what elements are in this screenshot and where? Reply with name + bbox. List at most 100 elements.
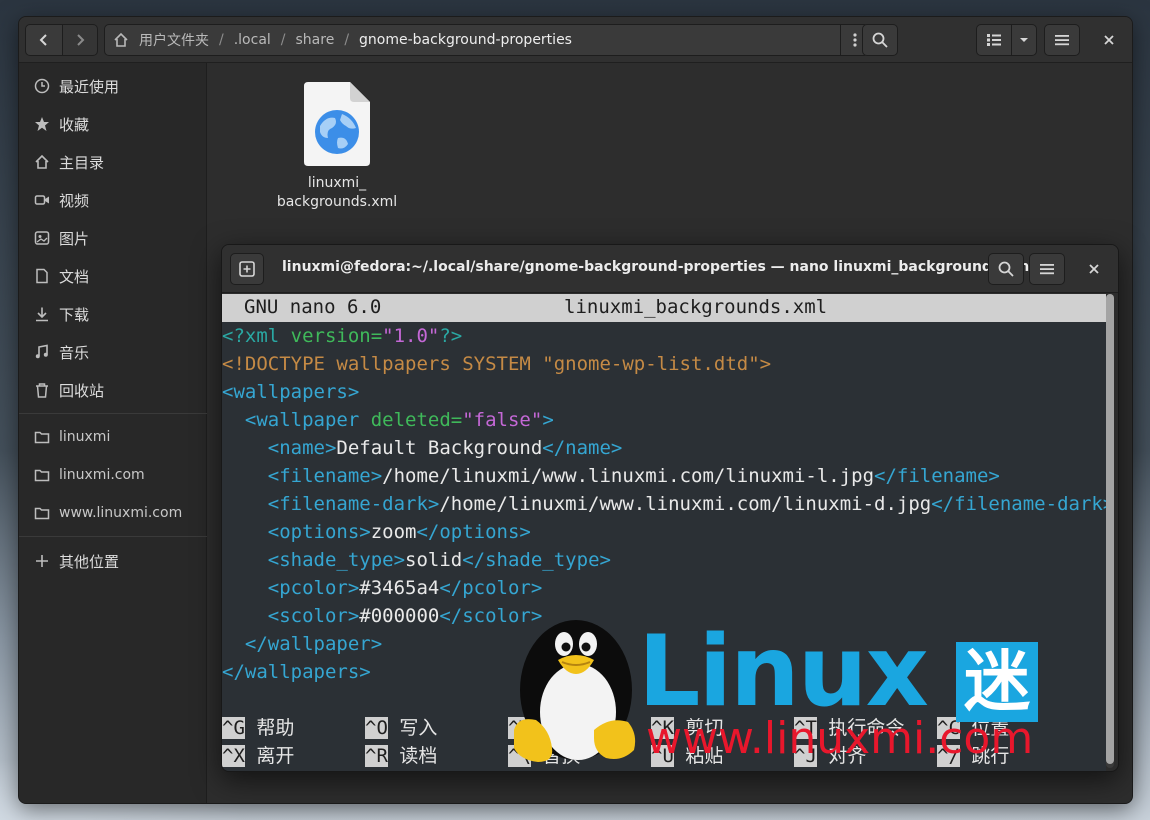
shortcut-read: ^R 读档 xyxy=(365,742,437,770)
xml-text: /home/linuxmi/www.linuxmi.com/linuxmi-l.… xyxy=(382,465,875,487)
file-name-line: backgrounds.xml xyxy=(276,194,398,210)
sidebar-item-label: 文档 xyxy=(59,267,90,286)
nano-filename: linuxmi_backgrounds.xml xyxy=(564,296,828,318)
xml-tag: </shade_type> xyxy=(462,549,611,571)
close-icon xyxy=(1104,35,1114,45)
xml-tag: <filename> xyxy=(222,465,383,487)
xml-text: #000000 xyxy=(359,605,440,627)
search-button[interactable] xyxy=(862,24,898,56)
breadcrumb-current[interactable]: gnome-background-properties xyxy=(353,32,578,48)
breadcrumb-home[interactable]: 用户文件夹 xyxy=(133,30,215,50)
trash-icon xyxy=(33,381,51,399)
xml-tag: </options> xyxy=(416,521,531,543)
code-line: <scolor>#000000</scolor> xyxy=(222,602,543,630)
chevron-down-icon xyxy=(1020,38,1028,42)
plus-icon xyxy=(33,552,51,570)
xml-value: "1.0" xyxy=(382,325,440,347)
download-icon xyxy=(33,305,51,323)
code-line: <!DOCTYPE wallpapers SYSTEM "gnome-wp-li… xyxy=(222,353,772,375)
list-view-icon xyxy=(987,34,1001,46)
kebab-menu-icon xyxy=(852,33,857,47)
chevron-right-icon xyxy=(77,34,85,46)
star-icon xyxy=(33,115,51,133)
xml-tag: <scolor> xyxy=(222,605,360,627)
new-tab-button[interactable] xyxy=(230,253,264,285)
xml-tag: </pcolor> xyxy=(439,577,543,599)
terminal-search-button[interactable] xyxy=(988,253,1024,285)
nano-title-bar: GNU nano 6.0 linuxmi_backgrounds.xml xyxy=(222,294,1106,322)
shortcut-label: 帮助 xyxy=(244,717,295,739)
xml-declaration: <?xml xyxy=(222,325,291,347)
folder-icon xyxy=(33,428,51,446)
xml-tag: </filename-dark> xyxy=(931,493,1115,515)
xml-tag: </filename> xyxy=(874,465,1000,487)
sidebar-item-starred[interactable]: 收藏 xyxy=(19,106,207,142)
watermark-brand-text: Linux xyxy=(638,615,929,729)
terminal-menu-button[interactable] xyxy=(1029,253,1065,285)
sidebar-item-label: linuxmi xyxy=(59,429,111,445)
sidebar-item-bookmark-linuxmi-com[interactable]: linuxmi.com xyxy=(19,457,207,493)
view-options-button[interactable] xyxy=(1011,24,1037,56)
code-line: <options>zoom</options> xyxy=(222,518,531,546)
shortcut-help: ^G 帮助 xyxy=(222,714,294,742)
code-line: <pcolor>#3465a4</pcolor> xyxy=(222,574,543,602)
sidebar-item-recent[interactable]: 最近使用 xyxy=(19,68,207,104)
home-icon xyxy=(33,153,51,171)
shortcut-write: ^O 写入 xyxy=(365,714,437,742)
shortcut-key: ^O xyxy=(365,717,388,739)
terminal-close-button[interactable] xyxy=(1078,253,1110,285)
back-button[interactable] xyxy=(25,24,63,56)
shortcut-exit: ^X 离开 xyxy=(222,742,294,770)
sidebar-item-label: linuxmi.com xyxy=(59,467,145,483)
xml-tag: > xyxy=(542,409,554,431)
sidebar-item-music[interactable]: 音乐 xyxy=(19,334,207,370)
sidebar-item-label: 其他位置 xyxy=(59,552,120,571)
shortcut-label: 写入 xyxy=(387,717,438,739)
xml-attribute: version= xyxy=(290,325,383,347)
xml-tag: <filename-dark> xyxy=(222,493,440,515)
sidebar-item-other-locations[interactable]: 其他位置 xyxy=(19,543,207,579)
sidebar-item-downloads[interactable]: 下载 xyxy=(19,296,207,332)
watermark-url: www.linuxmi.com xyxy=(646,713,1034,764)
breadcrumb-separator: / xyxy=(344,32,350,48)
view-list-button[interactable] xyxy=(976,24,1012,56)
home-icon xyxy=(114,32,128,47)
scrollbar-thumb[interactable] xyxy=(1106,294,1114,764)
sidebar-item-trash[interactable]: 回收站 xyxy=(19,372,207,408)
web-document-icon[interactable] xyxy=(304,82,370,166)
shortcut-key: ^X xyxy=(222,745,245,767)
xml-value: "false" xyxy=(462,409,543,431)
forward-button[interactable] xyxy=(62,24,98,56)
xml-tag: <shade_type> xyxy=(222,549,406,571)
path-bar: 用户文件夹 / .local / share / gnome-backgroun… xyxy=(104,24,869,56)
shortcut-key: ^G xyxy=(222,717,245,739)
close-button[interactable] xyxy=(1093,24,1125,56)
breadcrumb-local[interactable]: .local xyxy=(228,32,277,48)
folder-icon xyxy=(33,504,51,522)
sidebar-item-bookmark-www-linuxmi-com[interactable]: www.linuxmi.com xyxy=(19,495,207,531)
sidebar-item-documents[interactable]: 文档 xyxy=(19,258,207,294)
sidebar-item-videos[interactable]: 视频 xyxy=(19,182,207,218)
sidebar-item-bookmark-linuxmi[interactable]: linuxmi xyxy=(19,419,207,455)
watermark-brand-cn: 迷 xyxy=(956,642,1038,722)
terminal-title: linuxmi@fedora:~/.local/share/gnome-back… xyxy=(282,259,1035,275)
new-tab-icon xyxy=(239,261,255,277)
sidebar-item-pictures[interactable]: 图片 xyxy=(19,220,207,256)
code-line: </wallpapers> xyxy=(222,661,371,683)
sidebar-item-label: 收藏 xyxy=(59,115,90,134)
xml-attribute: deleted= xyxy=(370,409,463,431)
main-menu-button[interactable] xyxy=(1044,24,1080,56)
terminal-headerbar: linuxmi@fedora:~/.local/share/gnome-back… xyxy=(222,245,1118,293)
sidebar-item-label: 图片 xyxy=(59,229,90,248)
xml-tag: </name> xyxy=(542,437,623,459)
picture-icon xyxy=(33,229,51,247)
file-name-label[interactable]: linuxmi_ backgrounds.xml xyxy=(258,174,416,212)
sidebar-item-label: www.linuxmi.com xyxy=(59,505,183,521)
shortcut-label: 读档 xyxy=(387,745,438,767)
sidebar-item-home[interactable]: 主目录 xyxy=(19,144,207,180)
watermark-brand: Linux xyxy=(638,622,929,722)
terminal-scrollbar[interactable] xyxy=(1106,294,1114,768)
files-headerbar: 用户文件夹 / .local / share / gnome-backgroun… xyxy=(19,17,1132,63)
code-line: <filename-dark>/home/linuxmi/www.linuxmi… xyxy=(222,490,1115,518)
breadcrumb-share[interactable]: share xyxy=(290,32,341,48)
